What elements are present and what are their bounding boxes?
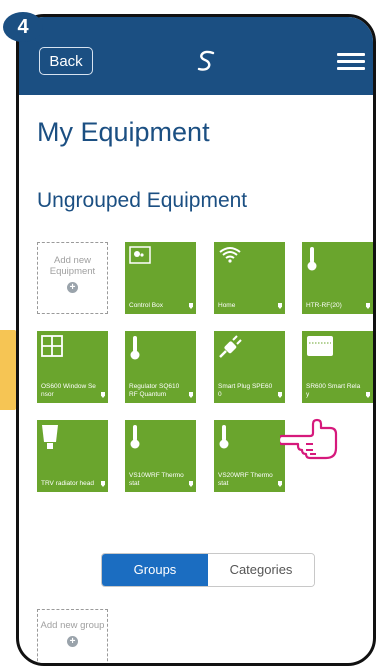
tab-categories[interactable]: Categories <box>208 554 314 586</box>
device-label: HTR-RF(20) <box>306 302 342 309</box>
step-number-badge: 4 <box>3 12 43 42</box>
device-tile-vs20wrf[interactable]: VS20WRF Thermostat <box>214 420 285 492</box>
add-group-button[interactable]: Add new group + <box>37 609 108 663</box>
device-tile-htr[interactable]: HTR-RF(20) <box>302 242 373 314</box>
device-label: Home <box>218 302 236 309</box>
trv-icon <box>42 425 58 449</box>
pin-icon <box>189 392 193 398</box>
pin-icon <box>101 392 105 398</box>
phone-frame: Back My Equipment Ungrouped Equipment Ad… <box>16 14 376 666</box>
pin-icon <box>278 392 282 398</box>
groups-categories-toggle: Groups Categories <box>101 553 315 587</box>
top-bar: Back <box>19 17 373 95</box>
page-title: My Equipment <box>37 117 210 147</box>
wifi-icon <box>219 247 241 263</box>
device-label: OS600 Window Sensor <box>41 383 96 398</box>
add-group-label: Add new group <box>40 620 105 631</box>
device-tile-home[interactable]: Home <box>214 242 285 314</box>
device-tile-smart-plug[interactable]: Smart Plug SPE600 <box>214 331 285 403</box>
device-tile-regulator[interactable]: Regulator SQ610 RF Quantum <box>125 331 196 403</box>
pin-icon <box>366 303 370 309</box>
device-label: TRV radiator head <box>41 480 94 487</box>
device-tile-trv[interactable]: TRV radiator head <box>37 420 108 492</box>
thermometer-icon <box>307 247 317 271</box>
pin-icon <box>278 303 282 309</box>
add-equipment-button[interactable]: Add new Equipment + <box>37 242 108 314</box>
salus-logo-icon[interactable] <box>193 47 221 75</box>
device-label: VS20WRF Thermostat <box>218 472 273 487</box>
device-label: Control Box <box>129 302 163 309</box>
plug-icon <box>219 335 242 358</box>
device-label: SR600 Smart Relay <box>306 383 361 398</box>
pin-icon <box>278 481 282 487</box>
pin-icon <box>101 481 105 487</box>
device-label: Smart Plug SPE600 <box>218 383 273 398</box>
pointing-hand-icon <box>280 418 338 460</box>
back-button[interactable]: Back <box>39 47 93 75</box>
plus-circle-icon: + <box>67 282 78 293</box>
device-tile-control-box[interactable]: Control Box <box>125 242 196 314</box>
window-icon <box>41 335 63 357</box>
plus-circle-icon: + <box>67 636 78 647</box>
pin-icon <box>189 481 193 487</box>
section-title: Ungrouped Equipment <box>37 189 248 212</box>
device-label: VS10WRF Thermostat <box>129 472 184 487</box>
relay-icon <box>307 336 333 356</box>
device-tile-window-sensor[interactable]: OS600 Window Sensor <box>37 331 108 403</box>
thermometer-icon <box>130 425 140 449</box>
device-label: Regulator SQ610 RF Quantum <box>129 383 180 398</box>
device-tile-smart-relay[interactable]: SR600 Smart Relay <box>302 331 373 403</box>
control-box-icon <box>129 246 151 264</box>
thermometer-icon <box>130 336 140 360</box>
add-equipment-label: Add new Equipment <box>49 255 96 277</box>
thermometer-icon <box>219 425 229 449</box>
hamburger-menu-icon[interactable] <box>337 53 365 71</box>
device-tile-vs10wrf[interactable]: VS10WRF Thermostat <box>125 420 196 492</box>
pin-icon <box>366 392 370 398</box>
tab-groups[interactable]: Groups <box>102 554 208 586</box>
pin-icon <box>189 303 193 309</box>
